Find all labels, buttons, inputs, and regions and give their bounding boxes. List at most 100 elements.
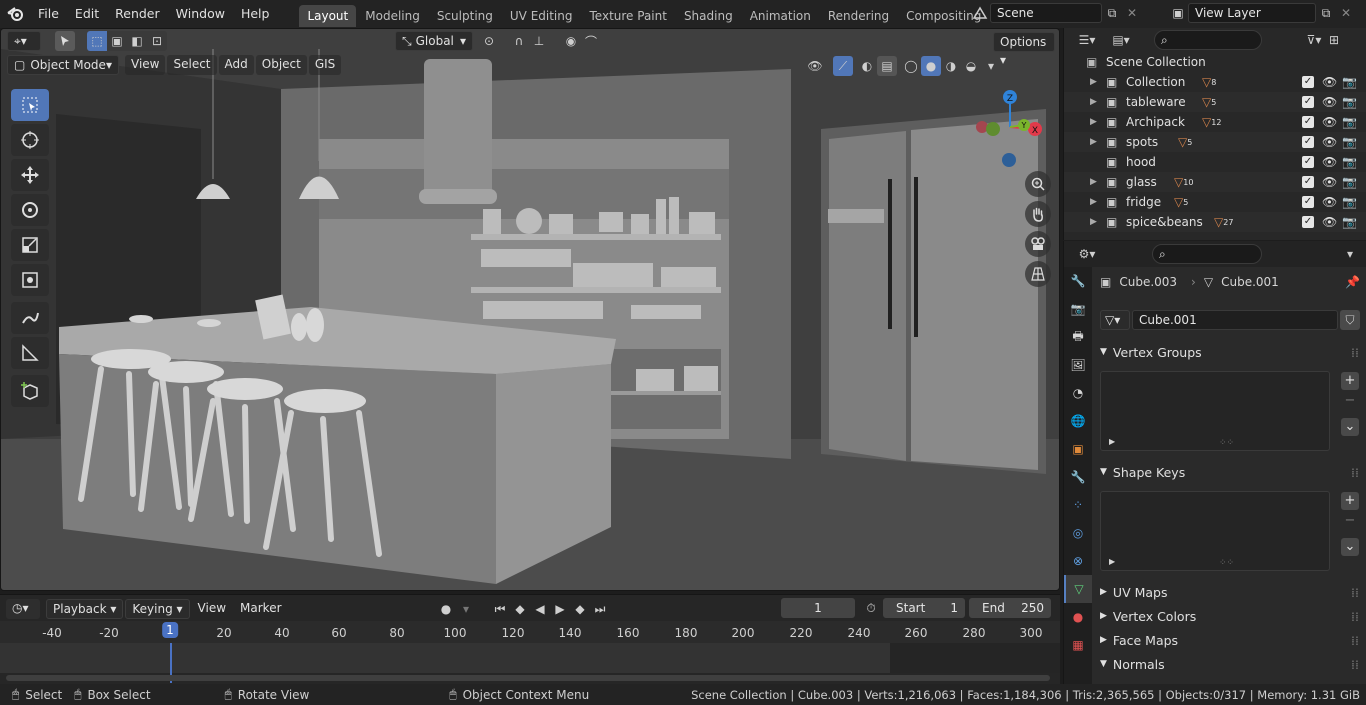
navigation-gizmo[interactable]: Z X Y — [969, 87, 1059, 169]
expand-arrow-icon[interactable]: ▶ — [1090, 177, 1104, 187]
rotate-tool-icon[interactable] — [11, 194, 49, 226]
tool-tab-icon[interactable]: 🔧 — [1064, 267, 1092, 295]
play-reverse-icon[interactable]: ◀ — [530, 599, 550, 619]
jump-end-icon[interactable]: ⏭ — [590, 599, 610, 619]
select-new-icon[interactable]: ⬚ — [87, 31, 107, 51]
drag-handle-icon[interactable]: ⁞⁞ — [1351, 585, 1359, 600]
tab-shading[interactable]: Shading — [676, 5, 741, 27]
add-vertex-group-button[interactable]: + — [1341, 372, 1359, 390]
new-collection-icon[interactable]: ⊞ — [1324, 30, 1344, 50]
exclude-checkbox[interactable]: ✓ — [1302, 156, 1314, 168]
exclude-checkbox[interactable]: ✓ — [1302, 176, 1314, 188]
object-menu[interactable]: Object — [255, 55, 307, 75]
expand-arrow-icon[interactable]: ▶ — [1090, 97, 1104, 107]
list-resize-handle-icon[interactable]: ⁘⁘ — [1219, 438, 1234, 448]
measure-tool-icon[interactable] — [11, 337, 49, 369]
add-shape-key-button[interactable]: + — [1341, 492, 1359, 510]
expand-arrow-icon[interactable]: ▶ — [1090, 197, 1104, 207]
exclude-checkbox[interactable]: ✓ — [1302, 116, 1314, 128]
exclude-checkbox[interactable]: ✓ — [1302, 136, 1314, 148]
transform-orientation-dropdown[interactable]: ⤡ Global ▾ — [395, 31, 473, 51]
display-mode-icon[interactable]: ▤▾ — [1106, 30, 1136, 50]
outliner-row-glass[interactable]: ▶ ▣ glass ▽ 10 ✓ 👁 📷 — [1064, 172, 1366, 192]
camera-render-icon[interactable]: 📷 — [1342, 115, 1357, 129]
object-tab-icon[interactable]: ▣ — [1064, 435, 1092, 463]
mesh-data-tab-icon[interactable]: ▽ — [1064, 575, 1092, 603]
new-view-layer-icon[interactable]: ⧉ — [1316, 3, 1336, 23]
expand-arrow-icon[interactable]: ▶ — [1090, 137, 1104, 147]
tab-animation[interactable]: Animation — [742, 5, 819, 27]
view-layer-field[interactable]: View Layer — [1188, 3, 1316, 23]
vertex-groups-list[interactable]: ▶ ⁘⁘ — [1100, 371, 1330, 451]
annotate-tool-icon[interactable] — [11, 302, 49, 334]
drag-handle-icon[interactable]: ⁞⁞ — [1351, 633, 1359, 648]
chevron-down-icon[interactable]: ▾ — [981, 56, 1001, 76]
shape-keys-panel-header[interactable]: ▼ Shape Keys ⁞⁞ — [1094, 461, 1366, 483]
mesh-data-name-input[interactable]: Cube.001 — [1132, 310, 1338, 330]
shape-keys-list[interactable]: ▶ ⁘⁘ — [1100, 491, 1330, 571]
eye-icon[interactable]: 👁 — [1322, 155, 1337, 169]
fake-user-shield-icon[interactable]: ⛉ — [1340, 310, 1360, 330]
uv-maps-panel-header[interactable]: ▶ UV Maps ⁞⁞ — [1094, 581, 1366, 603]
select-extend-icon[interactable]: ▣ — [107, 31, 127, 51]
new-scene-icon[interactable]: ⧉ — [1102, 3, 1122, 23]
texture-tab-icon[interactable]: ▦ — [1064, 631, 1092, 659]
shape-key-specials-icon[interactable]: ⌄ — [1341, 538, 1359, 556]
rendered-shading-icon[interactable]: ◒ — [961, 56, 981, 76]
eye-icon[interactable]: 👁 — [1322, 115, 1337, 129]
menu-window[interactable]: Window — [168, 3, 233, 25]
gizmo-toggle-icon[interactable]: ⟋ — [833, 56, 853, 76]
outliner-row-collection[interactable]: ▶ ▣ Collection ▽ 8 ✓ 👁 📷 — [1064, 72, 1366, 92]
list-expand-icon[interactable]: ▶ — [1109, 437, 1115, 446]
outliner-row-spice-beans[interactable]: ▶ ▣ spice&beans ▽ 27 ✓ 👁 📷 — [1064, 212, 1366, 232]
view-layer-icon[interactable]: ▣ — [1168, 3, 1188, 23]
tab-layout[interactable]: Layout — [299, 5, 357, 27]
end-frame-field[interactable]: End 250 — [969, 598, 1051, 618]
outliner-row-fridge[interactable]: ▶ ▣ fridge ▽ 5 ✓ 👁 📷 — [1064, 192, 1366, 212]
tab-texture-paint[interactable]: Texture Paint — [582, 5, 675, 27]
select-intersect-icon[interactable]: ⊡ — [147, 31, 167, 51]
perspective-toggle-icon[interactable] — [1025, 261, 1051, 287]
camera-render-icon[interactable]: 📷 — [1342, 195, 1357, 209]
vertex-groups-panel-header[interactable]: ▼ Vertex Groups ⁞⁞ — [1094, 341, 1366, 363]
physics-tab-icon[interactable]: ◎ — [1064, 519, 1092, 547]
outliner-root-row[interactable]: ▣ Scene Collection — [1064, 52, 1366, 72]
next-keyframe-icon[interactable]: ◆ — [570, 599, 590, 619]
play-icon[interactable]: ▶ — [550, 599, 570, 619]
expand-arrow-icon[interactable]: ▶ — [1090, 77, 1104, 87]
remove-shape-key-button[interactable]: − — [1341, 512, 1359, 530]
pivot-point-icon[interactable]: ⊙ — [479, 31, 499, 51]
timeline-view-menu[interactable]: View — [192, 599, 232, 619]
camera-view-icon[interactable] — [1025, 231, 1051, 257]
stopwatch-icon[interactable]: ⏱ — [861, 598, 881, 618]
scene-name-field[interactable]: Scene — [990, 3, 1102, 23]
scene-icon[interactable] — [970, 3, 990, 23]
timeline-scrollbar[interactable] — [6, 675, 1050, 681]
camera-render-icon[interactable]: 📷 — [1342, 95, 1357, 109]
current-frame-field[interactable]: 1 — [781, 598, 855, 618]
scale-tool-icon[interactable] — [11, 229, 49, 261]
camera-render-icon[interactable]: 📷 — [1342, 135, 1357, 149]
expand-arrow-icon[interactable]: ▶ — [1090, 117, 1104, 127]
chevron-down-icon[interactable]: ▾ — [1340, 244, 1360, 264]
camera-render-icon[interactable]: 📷 — [1342, 75, 1357, 89]
zoom-icon[interactable] — [1025, 171, 1051, 197]
eye-icon[interactable]: 👁 — [1322, 75, 1337, 89]
eye-icon[interactable]: 👁 — [1322, 195, 1337, 209]
visibility-icon[interactable]: 👁 — [805, 56, 825, 76]
playback-menu[interactable]: Playback ▾ — [46, 599, 124, 619]
view-menu[interactable]: View — [125, 55, 166, 75]
menu-file[interactable]: File — [30, 3, 67, 25]
snap-icon[interactable]: ∩ — [509, 31, 529, 51]
list-expand-icon[interactable]: ▶ — [1109, 557, 1115, 566]
add-menu[interactable]: Add — [218, 55, 254, 75]
prev-keyframe-icon[interactable]: ◆ — [510, 599, 530, 619]
camera-render-icon[interactable]: 📷 — [1342, 215, 1357, 229]
timeline-ruler[interactable] — [0, 621, 1060, 643]
eye-icon[interactable]: 👁 — [1322, 215, 1337, 229]
menu-edit[interactable]: Edit — [67, 3, 107, 25]
close-scene-icon[interactable]: ✕ — [1122, 3, 1142, 23]
remove-vertex-group-button[interactable]: − — [1341, 392, 1359, 410]
drag-handle-icon[interactable]: ⁞⁞ — [1351, 345, 1359, 360]
mode-dropdown[interactable]: ▢ Object Mode ▾ — [7, 55, 119, 75]
